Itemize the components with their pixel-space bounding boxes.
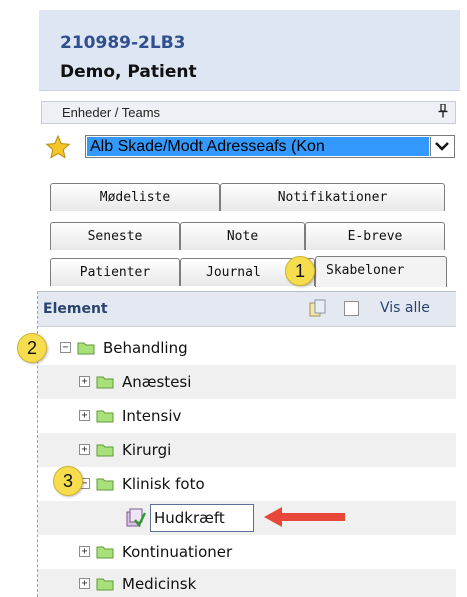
- red-arrow-icon: [262, 505, 347, 529]
- tree-label: Kirurgi: [122, 441, 172, 459]
- callout-badge-1: 1: [285, 256, 315, 286]
- template-icon: [126, 508, 147, 528]
- chevron-down-icon[interactable]: [430, 137, 453, 156]
- tree-row-medicinsk[interactable]: + Medicinsk: [38, 569, 456, 597]
- tab-seneste[interactable]: Seneste: [50, 222, 180, 250]
- tree-label: Behandling: [103, 339, 188, 357]
- teams-label: Enheder / Teams: [62, 105, 161, 120]
- folder-icon: [96, 442, 114, 457]
- collapse-icon[interactable]: −: [60, 342, 71, 353]
- patient-name: Demo, Patient: [60, 62, 197, 82]
- callout-badge-3: 3: [53, 466, 83, 496]
- patient-id: 210989-2LB3: [60, 33, 186, 53]
- favorite-star-icon[interactable]: [45, 134, 71, 160]
- folder-icon: [96, 576, 114, 591]
- tree-label: Intensiv: [122, 407, 182, 425]
- tree-label-hudkraeft[interactable]: Hudkræft: [154, 509, 225, 527]
- folder-icon: [96, 374, 114, 389]
- folder-icon: [96, 408, 114, 423]
- tab-patienter[interactable]: Patienter: [50, 258, 180, 286]
- tree-row-klinisk-foto[interactable]: − Klinisk foto: [38, 467, 456, 501]
- show-all-checkbox[interactable]: [344, 301, 359, 316]
- tab-skabeloner[interactable]: Skabeloner: [315, 256, 447, 287]
- tree-label: Klinisk foto: [122, 475, 205, 493]
- callout-badge-2: 2: [17, 333, 47, 363]
- tab-e-breve[interactable]: E-breve: [305, 222, 445, 250]
- expand-icon[interactable]: +: [79, 578, 90, 589]
- tab-note[interactable]: Note: [180, 222, 305, 250]
- tree-row-anaestesi[interactable]: + Anæstesi: [38, 365, 456, 399]
- folder-icon: [77, 340, 95, 355]
- tree-label: Anæstesi: [122, 373, 192, 391]
- team-select[interactable]: Alb Skade/Modt Adresseafs (Kon: [85, 135, 455, 158]
- expand-icon[interactable]: +: [79, 376, 90, 387]
- folder-icon: [96, 544, 114, 559]
- element-panel-title: Element: [43, 301, 108, 317]
- folder-icon: [96, 476, 114, 491]
- tree-label: Kontinuationer: [122, 543, 233, 561]
- expand-icon[interactable]: +: [79, 410, 90, 421]
- expand-icon[interactable]: +: [79, 444, 90, 455]
- tree-row-kirurgi[interactable]: + Kirurgi: [38, 433, 456, 467]
- tree-label: Medicinsk: [122, 575, 197, 593]
- show-all-label: Vis alle: [380, 300, 430, 316]
- pin-icon[interactable]: [438, 103, 448, 121]
- copy-icon[interactable]: [309, 299, 327, 317]
- tab-notifikationer[interactable]: Notifikationer: [220, 183, 445, 211]
- tree-row-intensiv[interactable]: + Intensiv: [38, 399, 456, 433]
- teams-bar: Enheder / Teams: [41, 101, 456, 124]
- tree-row-kontinuationer[interactable]: + Kontinuationer: [38, 535, 456, 569]
- expand-icon[interactable]: +: [79, 546, 90, 557]
- tab-modeliste[interactable]: Mødeliste: [50, 183, 220, 211]
- team-select-value: Alb Skade/Modt Adresseafs (Kon: [87, 137, 429, 156]
- tree-row-behandling[interactable]: − Behandling: [38, 331, 456, 365]
